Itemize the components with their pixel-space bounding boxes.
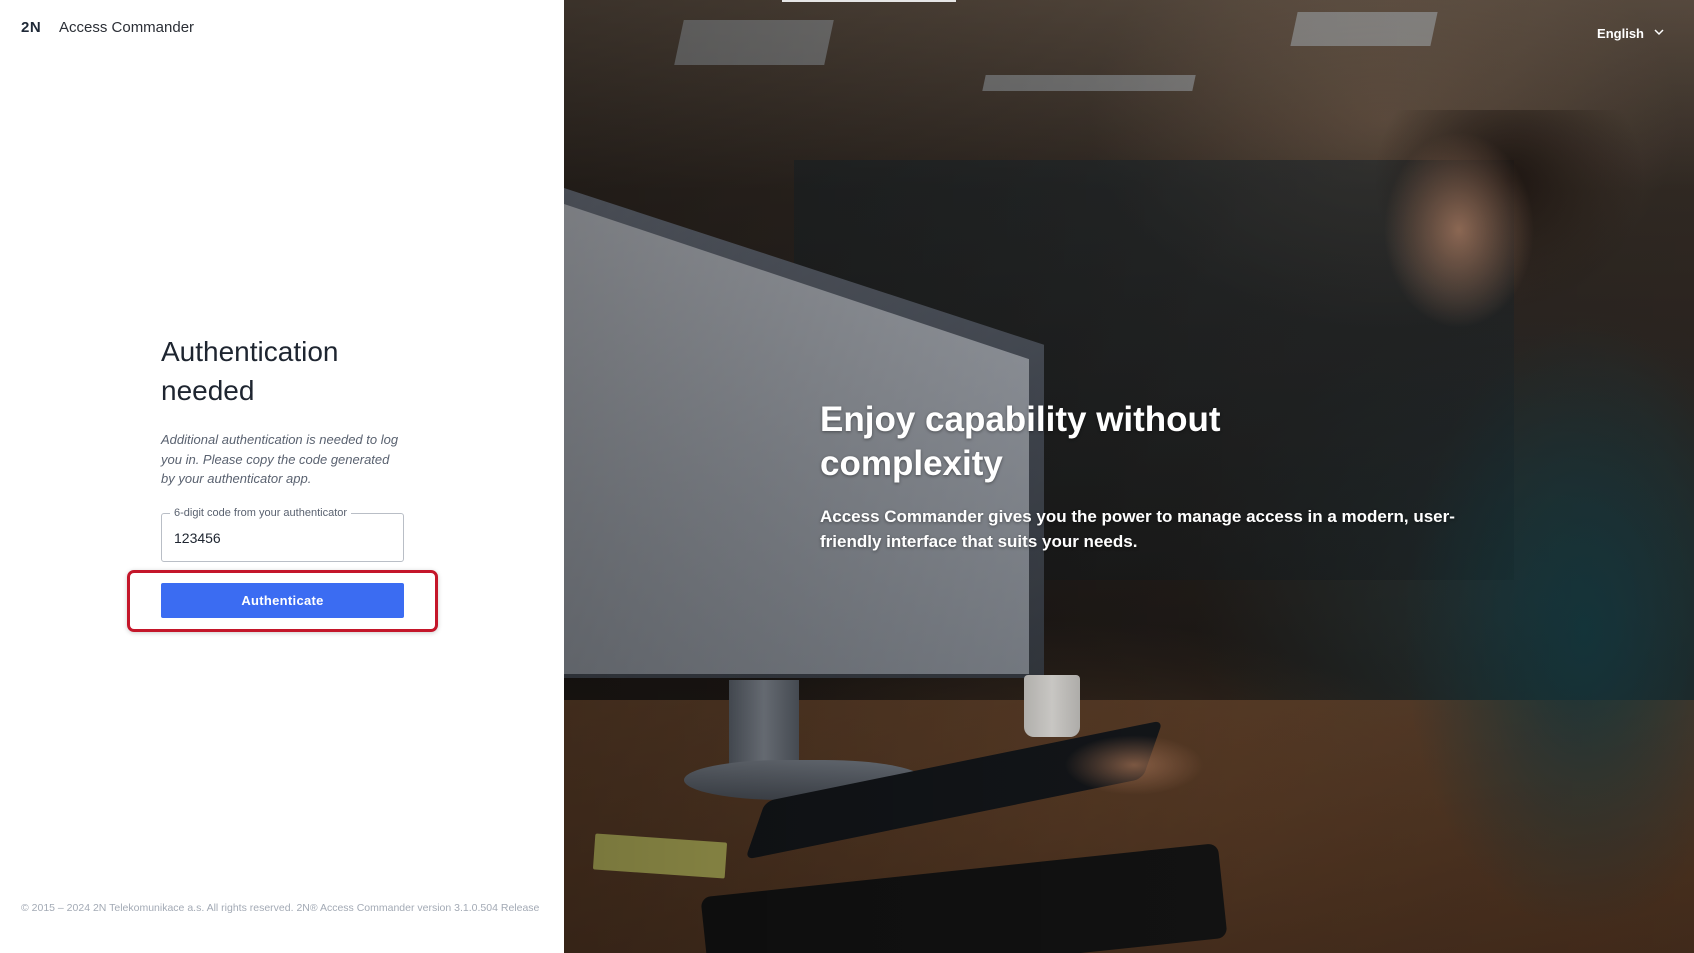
2n-logo: 2N (21, 19, 42, 36)
hero-image-panel: English Enjoy capability without complex… (564, 0, 1694, 953)
brand: 2N Access Commander (21, 19, 194, 36)
hero-title: Enjoy capability without complexity (820, 400, 1221, 483)
authenticate-button[interactable]: Authenticate (161, 583, 404, 618)
language-label: English (1597, 26, 1644, 41)
code-field[interactable]: 6-digit code from your authenticator (161, 506, 404, 562)
copyright-footer: © 2015 – 2024 2N Telekomunikace a.s. All… (21, 902, 540, 914)
code-input[interactable] (162, 514, 403, 561)
chevron-down-icon (1654, 28, 1664, 39)
page-title: Authentication needed (161, 336, 339, 406)
language-selector[interactable]: English (1597, 26, 1664, 41)
hero-text: Enjoy capability without complexity Acce… (820, 398, 1460, 554)
top-strip (782, 0, 956, 2)
authentication-form: Authentication needed Additional authent… (127, 332, 451, 632)
login-panel: 2N Access Commander Authentication neede… (0, 0, 564, 953)
auth-description: Additional authentication is needed to l… (161, 432, 399, 486)
hero-subtitle: Access Commander gives you the power to … (820, 507, 1455, 551)
app-name: Access Commander (59, 19, 195, 36)
